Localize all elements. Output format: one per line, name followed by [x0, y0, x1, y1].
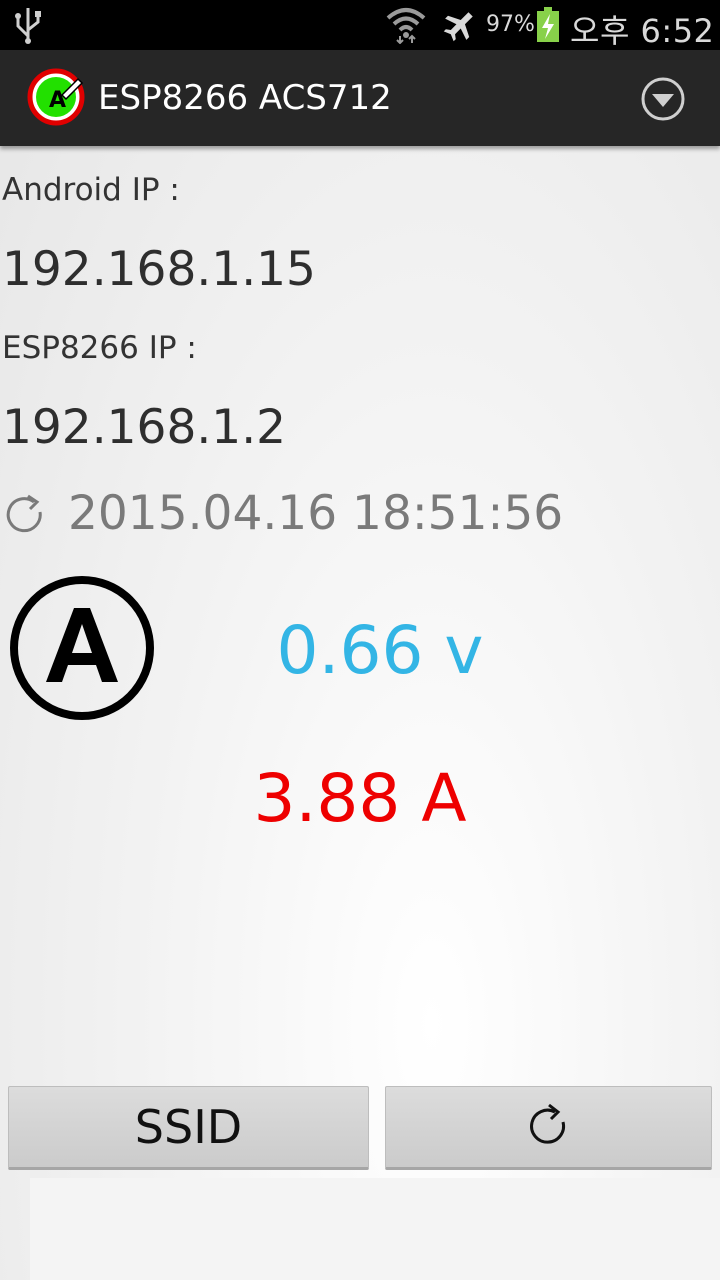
refresh-button[interactable] — [385, 1086, 712, 1170]
refresh-icon — [4, 494, 48, 542]
bottom-panel — [30, 1178, 720, 1280]
current-reading: 3.88 A — [253, 760, 467, 837]
battery-charging-icon — [536, 7, 560, 47]
last-update-timestamp: 2015.04.16 18:51:56 — [68, 486, 564, 541]
voltage-reading: 0.66 v — [276, 612, 484, 689]
refresh-icon — [527, 1102, 571, 1152]
esp-ip-label: ESP8266 IP : — [2, 330, 197, 366]
overflow-menu-icon[interactable] — [640, 76, 686, 126]
svg-text:A: A — [49, 88, 66, 113]
app-logo-icon[interactable]: A — [26, 67, 86, 131]
esp-ip-value: 192.168.1.2 — [2, 400, 287, 455]
usb-icon — [14, 6, 42, 48]
wifi-icon — [386, 6, 426, 48]
battery-percent: 97% — [486, 12, 535, 37]
ssid-button[interactable]: SSID — [8, 1086, 369, 1170]
status-bar: 97% 오후 6:52 — [0, 0, 720, 50]
airplane-mode-icon — [443, 8, 477, 46]
action-bar: A ESP8266 ACS712 — [0, 50, 720, 146]
android-ip-value: 192.168.1.15 — [2, 242, 316, 297]
android-ip-label: Android IP : — [2, 172, 180, 208]
clock: 오후 6:52 — [570, 12, 715, 50]
app-title: ESP8266 ACS712 — [98, 78, 392, 118]
